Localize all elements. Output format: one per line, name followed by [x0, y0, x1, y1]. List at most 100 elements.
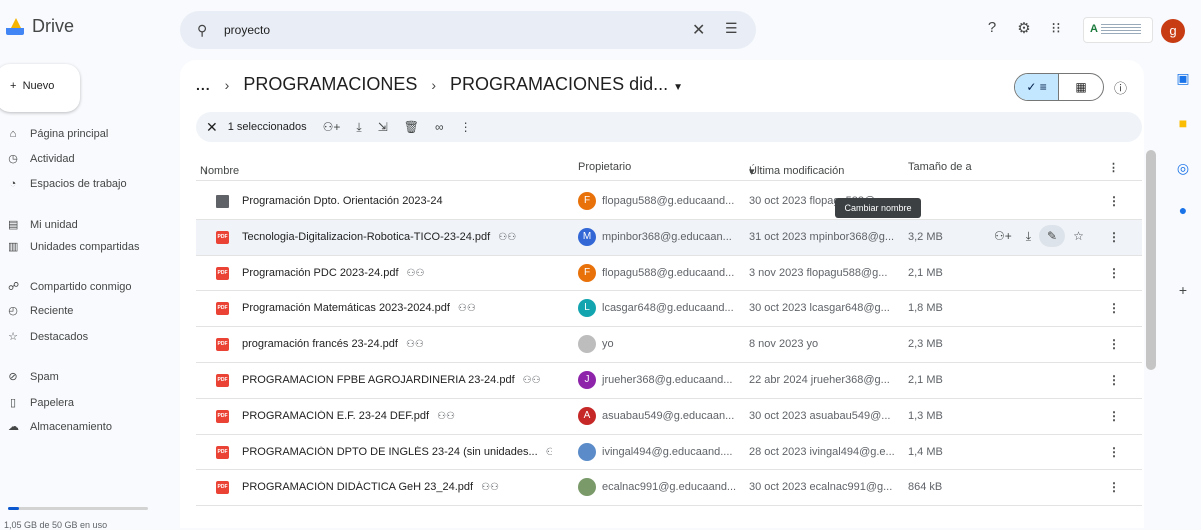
- apps-icon[interactable]: ⁝⁝: [1046, 19, 1066, 37]
- modified-date: 22 abr 2024 jrueher368@g...: [749, 373, 890, 386]
- sidebar-item-label: Compartido conmigo: [30, 280, 132, 293]
- owner: Jjrueher368@g.educaand...: [578, 370, 732, 389]
- download-icon[interactable]: ⤓: [356, 120, 361, 135]
- shared-icon: ⚇⚇: [405, 339, 424, 351]
- search-icon[interactable]: ⚲: [197, 22, 207, 39]
- sidebar-item[interactable]: ☆ Destacados: [8, 330, 88, 344]
- settings-icon[interactable]: ⚙: [1014, 19, 1034, 37]
- add-icon[interactable]: +: [1173, 282, 1193, 302]
- table-row[interactable]: PDF PROGRAMACION FPBE AGROJARDINERIA 23-2…: [196, 363, 1142, 399]
- tasks-icon[interactable]: ◎: [1173, 160, 1193, 180]
- sidebar-item[interactable]: ▤ Mi unidad: [8, 218, 78, 232]
- close-icon[interactable]: ✕: [692, 20, 705, 40]
- sidebar-item[interactable]: ⊘ Spam: [8, 370, 58, 384]
- organization-badge[interactable]: A: [1083, 17, 1153, 43]
- breadcrumb-current[interactable]: PROGRAMACIONES did... ▼: [450, 74, 683, 95]
- table-row[interactable]: PDF Programación Matemáticas 2023-2024.pd…: [196, 291, 1142, 328]
- file-name[interactable]: Programación Matemáticas 2023-2024.pdf ⚇⚇: [242, 302, 476, 314]
- more-icon[interactable]: ⋮: [460, 120, 472, 134]
- owner: Llcasgar648@g.educaand...: [578, 299, 734, 318]
- sidebar-item[interactable]: ⌂ Página principal: [8, 128, 109, 140]
- sidebar-item[interactable]: ◷ Actividad: [8, 152, 75, 166]
- sidebar-item[interactable]: ◴ Reciente: [8, 304, 74, 318]
- scrollbar[interactable]: [1146, 150, 1156, 370]
- file-name[interactable]: Programación PDC 2023-24.pdf ⚇⚇: [242, 267, 424, 279]
- col-name[interactable]: Nombre ↓: [200, 161, 239, 177]
- more-icon[interactable]: ⋮: [1108, 337, 1120, 351]
- grid-view-icon[interactable]: ▦: [1059, 74, 1103, 100]
- shared-icon: ⚇⚇: [406, 267, 425, 279]
- table-row[interactable]: Programación Dpto. Orientación 2023-24 Ff…: [196, 184, 1142, 220]
- info-icon[interactable]: ⓘ: [1114, 78, 1127, 97]
- rename-icon[interactable]: ✎: [1039, 224, 1066, 247]
- drive-logo-icon: [6, 17, 24, 36]
- more-icon[interactable]: ⋮: [1108, 480, 1120, 494]
- keep-icon[interactable]: ■: [1173, 115, 1193, 135]
- share-icon[interactable]: ⚇+: [323, 120, 341, 134]
- sidebar-item-label: Papelera: [30, 396, 75, 409]
- more-icon[interactable]: ⋮: [1108, 301, 1120, 315]
- file-name[interactable]: programación francés 23-24.pdf ⚇⚇: [242, 338, 424, 350]
- share-icon[interactable]: ⚇+: [994, 229, 1012, 247]
- owner: ivingal494@g.educaand....: [578, 442, 732, 461]
- file-name[interactable]: PROGRAMACIÓN DPTO DE INGLÉS 23-24 (sin u…: [242, 446, 552, 458]
- delete-icon[interactable]: 🗑: [404, 120, 419, 134]
- sidebar-item-label: Actividad: [30, 152, 75, 165]
- calendar-icon[interactable]: ▣: [1173, 70, 1193, 90]
- table-row[interactable]: PDF PROGRAMACIÓN DIDÁCTICA GeH 23_24.pdf ⚇…: [196, 470, 1142, 507]
- file-name[interactable]: PROGRAMACION FPBE AGROJARDINERIA 23-24.p…: [242, 374, 541, 386]
- table-row[interactable]: PDF PROGRAMACIÓN E.F. 23-24 DEF.pdf ⚇⚇ Aasu…: [196, 399, 1142, 435]
- breadcrumb-parent[interactable]: PROGRAMACIONES: [243, 74, 417, 95]
- avatar: F: [578, 192, 596, 210]
- modified-date: 28 oct 2023 ivingal494@g.e...: [749, 445, 895, 458]
- tune-icon[interactable]: ☰: [725, 20, 738, 37]
- col-size[interactable]: Tamaño de a: [908, 161, 972, 173]
- contacts-icon[interactable]: ●: [1173, 202, 1193, 222]
- recent-icon: ◴: [8, 305, 18, 317]
- download-icon[interactable]: ⤓: [1026, 229, 1031, 247]
- more-icon[interactable]: ⋮: [1108, 445, 1120, 459]
- star-icon: ☆: [8, 331, 18, 343]
- file-name[interactable]: PROGRAMACIÓN DIDÁCTICA GeH 23_24.pdf ⚇⚇: [242, 481, 499, 493]
- account-avatar[interactable]: g: [1161, 19, 1185, 43]
- star-icon[interactable]: ☆: [1073, 229, 1084, 247]
- sidebar-item-label: Reciente: [30, 304, 74, 317]
- table-row[interactable]: PDF PROGRAMACIÓN DPTO DE INGLÉS 23-24 (si…: [196, 435, 1142, 471]
- chevron-right-icon: ›: [431, 76, 437, 93]
- file-name[interactable]: Tecnologia-Digitalizacion-Robotica-TICO-…: [242, 231, 516, 243]
- more-icon[interactable]: ⋮: [1108, 161, 1119, 174]
- clear-selection-icon[interactable]: ✕: [206, 119, 218, 136]
- table-row[interactable]: PDF programación francés 23-24.pdf ⚇⚇ yo 8 n…: [196, 327, 1142, 363]
- file-name[interactable]: PROGRAMACIÓN E.F. 23-24 DEF.pdf ⚇⚇: [242, 410, 455, 422]
- sidebar-item[interactable]: ☍ Compartido conmigo: [8, 280, 132, 294]
- more-icon[interactable]: ⋮: [1108, 230, 1120, 244]
- more-icon[interactable]: ⋮: [1108, 194, 1120, 208]
- search-input[interactable]: proyecto: [224, 23, 270, 37]
- more-icon[interactable]: ⋮: [1108, 409, 1120, 423]
- pdf-icon: PDF: [216, 373, 229, 387]
- breadcrumb-more[interactable]: ...: [196, 77, 211, 93]
- file-name[interactable]: Programación Dpto. Orientación 2023-24: [242, 195, 443, 207]
- link-icon[interactable]: ∞: [435, 120, 444, 134]
- table-row[interactable]: PDF Programación PDC 2023-24.pdf ⚇⚇ Fflopag…: [196, 256, 1142, 292]
- hover-actions: ⚇+ ⤓ ✎ ☆: [994, 224, 1084, 247]
- avatar: J: [578, 370, 596, 389]
- move-icon[interactable]: ⇲: [378, 120, 388, 134]
- list-view-icon[interactable]: ✓ ≡: [1015, 74, 1060, 100]
- col-owner[interactable]: Propietario: [578, 161, 631, 173]
- drive-logo[interactable]: Drive: [6, 16, 74, 37]
- sidebar-item[interactable]: ☁ Almacenamiento: [8, 420, 112, 434]
- more-icon[interactable]: ⋮: [1108, 373, 1120, 387]
- search-bar[interactable]: ⚲ proyecto ✕ ☰: [180, 11, 756, 49]
- sidebar-item[interactable]: ◔ Espacios de trabajo: [8, 178, 127, 190]
- sidebar-item-label: Unidades compartidas: [30, 240, 140, 253]
- view-toggle[interactable]: ✓ ≡ ▦: [1014, 73, 1104, 101]
- sidebar-item[interactable]: ▥ Unidades compartidas: [8, 240, 140, 254]
- storage-text[interactable]: 1,05 GB de 50 GB en uso: [4, 520, 107, 530]
- file-size: 864 kB: [908, 481, 943, 494]
- help-icon[interactable]: ?: [982, 19, 1002, 36]
- sidebar-item[interactable]: ▯ Papelera: [8, 396, 75, 410]
- more-icon[interactable]: ⋮: [1108, 266, 1120, 280]
- table-row[interactable]: PDF Tecnologia-Digitalizacion-Robotica-TI…: [196, 219, 1142, 256]
- new-button[interactable]: + Nuevo: [0, 64, 80, 112]
